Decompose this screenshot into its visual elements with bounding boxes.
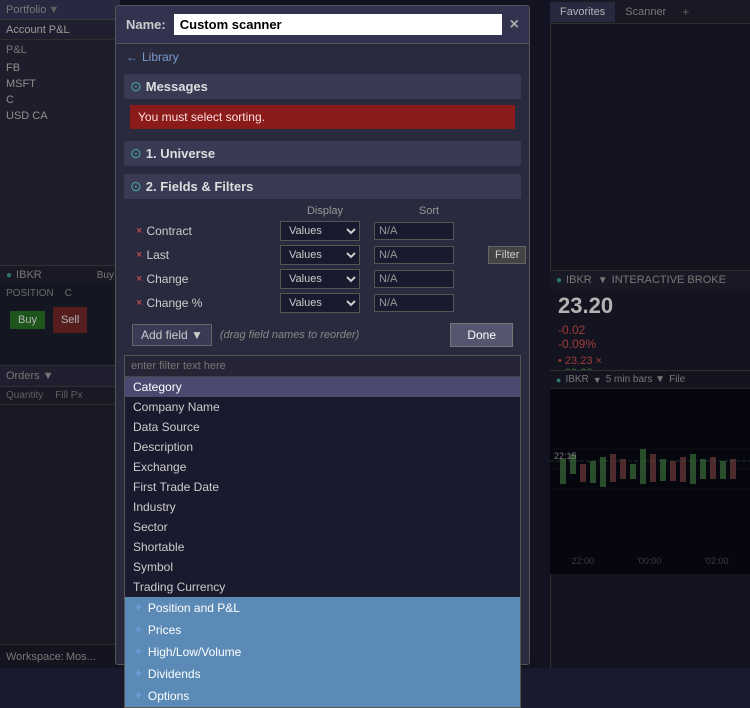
library-label: Library bbox=[142, 50, 179, 64]
dropdown-item-label: High/Low/Volume bbox=[148, 645, 241, 659]
changepct-display-select[interactable]: Values bbox=[280, 293, 360, 313]
add-field-button[interactable]: Add field ▼ bbox=[132, 324, 212, 346]
dropdown-item-label: Prices bbox=[148, 623, 181, 637]
dropdown-item[interactable]: Data Source bbox=[125, 417, 520, 437]
messages-title: Messages bbox=[146, 79, 208, 94]
library-link[interactable]: ← Library bbox=[116, 44, 529, 70]
add-field-left: Add field ▼ (drag field names to reorder… bbox=[132, 324, 359, 346]
fields-title: 2. Fields & Filters bbox=[146, 179, 254, 194]
field-row-last: × Last Values Filter bbox=[130, 243, 515, 267]
last-sort-input bbox=[374, 246, 454, 264]
col-blank bbox=[136, 205, 276, 217]
dropdown-item-icon: ✦ bbox=[133, 666, 144, 681]
dropdown-item[interactable]: ✦ Prices bbox=[125, 619, 520, 641]
close-button[interactable]: × bbox=[510, 16, 519, 34]
field-change-remove[interactable]: × bbox=[136, 273, 142, 285]
dropdown-item[interactable]: Sector bbox=[125, 517, 520, 537]
dropdown-item-label: Description bbox=[133, 440, 193, 454]
col-display-header: Display bbox=[280, 205, 370, 217]
dropdown-item-icon: ✦ bbox=[133, 644, 144, 659]
field-rows: × Contract Values × Last Values bbox=[130, 219, 515, 315]
fields-expand-icon: ⊙ bbox=[130, 178, 142, 195]
dropdown-item-label: Data Source bbox=[133, 420, 200, 434]
last-filter-button[interactable]: Filter bbox=[488, 246, 526, 264]
fields-body: Display Sort × Contract Values bbox=[124, 199, 521, 319]
change-sort-input bbox=[374, 270, 454, 288]
col-filter-blank bbox=[488, 205, 509, 217]
dropdown-item-icon: ✦ bbox=[133, 688, 144, 703]
add-field-dropdown: Category Company Name Data Source Descripti… bbox=[124, 355, 521, 708]
dropdown-item-label: Sector bbox=[133, 520, 168, 534]
dropdown-item[interactable]: Category bbox=[125, 377, 520, 397]
contract-display-select[interactable]: Values bbox=[280, 221, 360, 241]
dropdown-item[interactable]: Description bbox=[125, 437, 520, 457]
dropdown-item[interactable]: ✦ Position and P&L bbox=[125, 597, 520, 619]
dropdown-item-label: Category bbox=[133, 380, 182, 394]
dropdown-item[interactable]: Company Name bbox=[125, 397, 520, 417]
universe-title: 1. Universe bbox=[146, 146, 215, 161]
field-change-label: × Change bbox=[136, 272, 276, 286]
change-display-select[interactable]: Values bbox=[280, 269, 360, 289]
dropdown-item-label: Shortable bbox=[133, 540, 184, 554]
dropdown-item[interactable]: Symbol bbox=[125, 557, 520, 577]
messages-body: You must select sorting. bbox=[124, 99, 521, 133]
library-arrow-icon: ← bbox=[126, 50, 138, 64]
changepct-sort-input bbox=[374, 294, 454, 312]
dropdown-item[interactable]: Industry bbox=[125, 497, 520, 517]
dropdown-item-label: Position and P&L bbox=[148, 601, 240, 615]
field-changepct-label: × Change % bbox=[136, 296, 276, 310]
name-label: Name: bbox=[126, 17, 166, 32]
universe-section: ⊙ 1. Universe bbox=[124, 141, 521, 166]
messages-section-header[interactable]: ⊙ Messages bbox=[124, 74, 521, 99]
dropdown-item[interactable]: Shortable bbox=[125, 537, 520, 557]
dropdown-item-label: First Trade Date bbox=[133, 480, 219, 494]
dropdown-item[interactable]: ✦ High/Low/Volume bbox=[125, 641, 520, 663]
dropdown-search-input[interactable] bbox=[125, 356, 520, 377]
modal-titlebar: Name: × bbox=[116, 6, 529, 44]
last-display-select[interactable]: Values bbox=[280, 245, 360, 265]
error-message: You must select sorting. bbox=[130, 105, 515, 129]
dropdown-item[interactable]: ✦ Options bbox=[125, 685, 520, 707]
dropdown-item-label: Trading Currency bbox=[133, 580, 225, 594]
messages-section: ⊙ Messages You must select sorting. bbox=[124, 74, 521, 133]
field-last-remove[interactable]: × bbox=[136, 249, 142, 261]
field-row-change: × Change Values bbox=[130, 267, 515, 291]
scanner-name-input[interactable] bbox=[174, 14, 502, 35]
field-contract-remove[interactable]: × bbox=[136, 225, 142, 237]
dropdown-item[interactable]: First Trade Date bbox=[125, 477, 520, 497]
custom-scanner-modal: Name: × ← Library ⊙ Messages You must se… bbox=[115, 5, 530, 665]
dropdown-item-label: Exchange bbox=[133, 460, 186, 474]
messages-expand-icon: ⊙ bbox=[130, 78, 142, 95]
dropdown-item-label: Options bbox=[148, 689, 189, 703]
dropdown-item-label: Dividends bbox=[148, 667, 201, 681]
drag-hint: (drag field names to reorder) bbox=[220, 329, 359, 341]
dropdown-item-icon: ✦ bbox=[133, 600, 144, 615]
contract-sort-input bbox=[374, 222, 454, 240]
universe-expand-icon: ⊙ bbox=[130, 145, 142, 162]
done-button[interactable]: Done bbox=[450, 323, 513, 347]
field-contract-label: × Contract bbox=[136, 224, 276, 238]
field-changepct-remove[interactable]: × bbox=[136, 297, 142, 309]
dropdown-item-label: Industry bbox=[133, 500, 176, 514]
add-field-done-row: Add field ▼ (drag field names to reorder… bbox=[124, 319, 521, 351]
fields-section: ⊙ 2. Fields & Filters Display Sort × Con… bbox=[124, 174, 521, 351]
field-last-label: × Last bbox=[136, 248, 276, 262]
dropdown-item-label: Company Name bbox=[133, 400, 220, 414]
dropdown-item-icon: ✦ bbox=[133, 622, 144, 637]
field-row-contract: × Contract Values bbox=[130, 219, 515, 243]
dropdown-item[interactable]: Exchange bbox=[125, 457, 520, 477]
col-sort-header: Sort bbox=[374, 205, 484, 217]
dropdown-item[interactable]: ✦ Dividends bbox=[125, 663, 520, 685]
field-row-change-pct: × Change % Values bbox=[130, 291, 515, 315]
dropdown-item-label: Symbol bbox=[133, 560, 173, 574]
dropdown-item[interactable]: Trading Currency bbox=[125, 577, 520, 597]
dropdown-list: Category Company Name Data Source Descripti… bbox=[125, 377, 520, 707]
fields-section-header[interactable]: ⊙ 2. Fields & Filters bbox=[124, 174, 521, 199]
universe-section-header[interactable]: ⊙ 1. Universe bbox=[124, 141, 521, 166]
